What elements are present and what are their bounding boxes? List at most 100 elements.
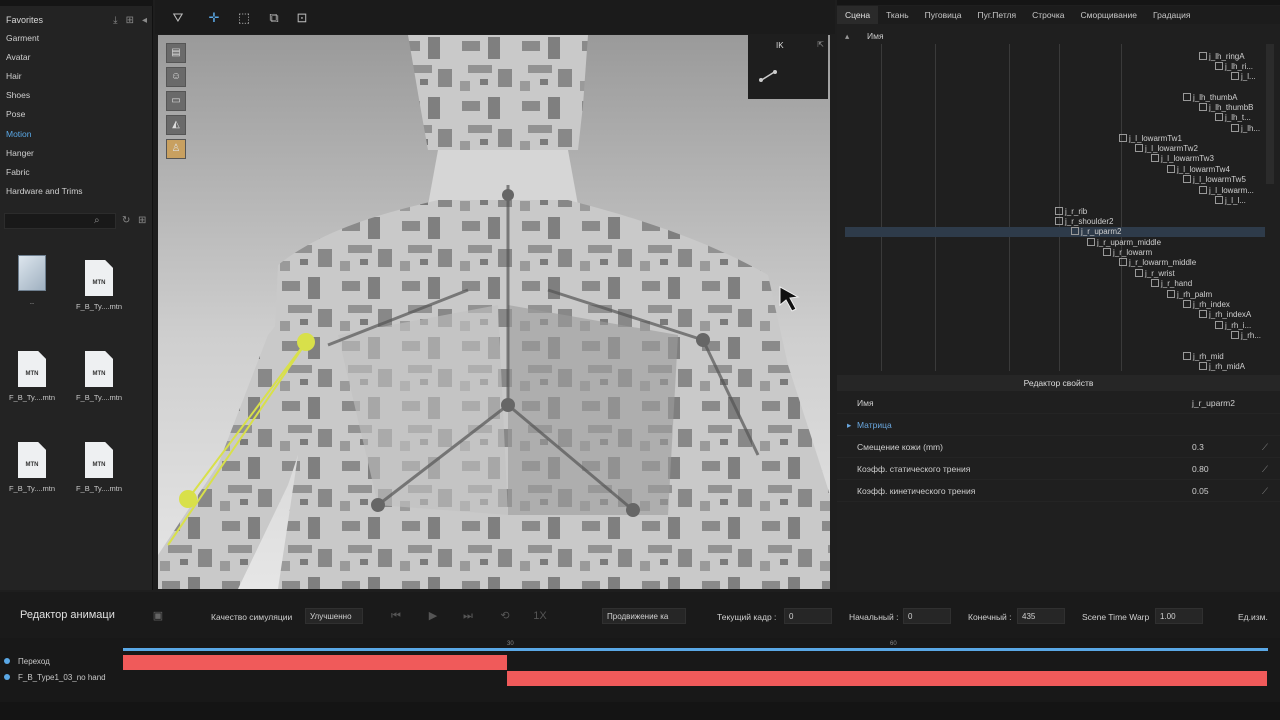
shading-icon[interactable]: ◭	[166, 115, 186, 135]
static-friction-value[interactable]: 0.80	[1192, 458, 1209, 480]
tree-node[interactable]: j_rh...	[1231, 331, 1261, 341]
tree-node[interactable]: j_rh_indexA	[1199, 310, 1251, 320]
tree-node[interactable]: j_lh_ringA	[1199, 52, 1245, 62]
library-item-avatar[interactable]: Avatar	[6, 49, 30, 65]
tree-node[interactable]: j_lh_thumbB	[1199, 103, 1253, 113]
tree-node[interactable]: j_l_lowarmTw5	[1183, 175, 1246, 185]
library-item-hair[interactable]: Hair	[6, 68, 22, 84]
texture-display-icon[interactable]: ▭	[166, 91, 186, 111]
tree-node[interactable]: j_l_lowarmTw3	[1151, 154, 1214, 164]
track-label-motion[interactable]: F_B_Type1_03_no hand	[4, 673, 106, 682]
library-item-pose[interactable]: Pose	[6, 106, 25, 122]
expand-arrow-icon[interactable]: ▸	[847, 414, 851, 436]
edit-pin-icon[interactable]: ⟋	[1262, 458, 1268, 480]
tree-node[interactable]: j_rh_i...	[1215, 321, 1251, 331]
tree-scrollbar[interactable]	[1266, 44, 1274, 184]
current-frame-input[interactable]: 0	[784, 608, 832, 624]
move-tool-icon[interactable]: ✛	[205, 9, 223, 27]
sim-quality-select[interactable]: Улучшенно	[305, 608, 363, 624]
avatar-skin-icon[interactable]: ♙	[166, 139, 186, 159]
motion-clip[interactable]	[507, 671, 1267, 686]
tree-node[interactable]: j_r_lowarm	[1103, 248, 1152, 258]
timeline-ruler[interactable]: 30 60	[123, 641, 1268, 651]
end-frame-input[interactable]: 435	[1017, 608, 1065, 624]
tree-node[interactable]: j_rh_mid	[1183, 352, 1224, 362]
tree-node[interactable]: j_r_shoulder2	[1055, 217, 1113, 227]
select-box-icon[interactable]: ⬚	[235, 9, 253, 27]
download-icon[interactable]: ⤓	[113, 15, 117, 26]
file-tile[interactable]: MTN F_B_Ty....mtn	[2, 442, 62, 493]
edit-pin-icon[interactable]: ⟋	[1262, 480, 1268, 502]
ik-chain-icon[interactable]	[758, 69, 778, 83]
tab-buttonhole[interactable]: Пуг.Петля	[970, 6, 1025, 24]
scene-tree[interactable]: j_lh_ringA j_lh_ri... j_l... j_lh_thumbA…	[837, 44, 1265, 371]
sort-arrow-icon[interactable]: ▴	[845, 28, 849, 44]
view-mode-icon[interactable]: ▤	[166, 43, 186, 63]
play-icon[interactable]: ▶	[423, 606, 443, 626]
file-tile[interactable]: MTN F_B_Ty....mtn	[69, 442, 129, 493]
avatar-display-icon[interactable]: ☺	[166, 67, 186, 87]
file-tile-folder[interactable]: ..	[2, 255, 62, 306]
tree-node[interactable]: j_lh_ri...	[1215, 62, 1253, 72]
tree-node[interactable]: j_rh_midA	[1199, 362, 1245, 371]
favorites-label[interactable]: Favorites	[6, 15, 43, 25]
skin-offset-value[interactable]: 0.3	[1192, 436, 1204, 458]
transition-clip[interactable]	[123, 655, 507, 670]
tree-node[interactable]: j_r_uparm_middle	[1087, 238, 1161, 248]
skip-forward-icon[interactable]: ⏭	[458, 606, 478, 626]
3d-viewport[interactable]: ▤ ☺ ▭ ◭ ♙ IK ⇱	[158, 35, 830, 589]
back-icon[interactable]: ◂	[142, 15, 147, 26]
tree-node-selected[interactable]: j_r_uparm2	[1071, 227, 1121, 237]
tree-node[interactable]: j_r_rib	[1055, 207, 1087, 217]
library-item-hardware[interactable]: Hardware and Trims	[6, 183, 83, 199]
camera-tool-icon[interactable]: ⊡	[293, 9, 311, 27]
tree-node[interactable]: j_l_lowarm...	[1199, 186, 1254, 196]
tree-node[interactable]: j_l_l...	[1215, 196, 1246, 206]
search-icon[interactable]: ⌕	[94, 215, 100, 226]
skip-back-icon[interactable]: ⏮	[386, 606, 406, 626]
tree-node[interactable]: j_r_hand	[1151, 279, 1192, 289]
tree-node[interactable]: j_l...	[1231, 72, 1256, 82]
library-item-motion[interactable]: Motion	[6, 126, 32, 142]
time-warp-input[interactable]: 1.00	[1155, 608, 1203, 624]
tree-node[interactable]: j_rh_index	[1183, 300, 1230, 310]
tree-node[interactable]: j_l_lowarmTw2	[1135, 144, 1198, 154]
tab-shirring[interactable]: Сморщивание	[1073, 6, 1146, 24]
tree-node[interactable]: j_l_lowarmTw1	[1119, 134, 1182, 144]
tree-node[interactable]: j_r_lowarm_middle	[1119, 258, 1196, 268]
file-tile[interactable]: MTN F_B_Ty....mtn	[2, 351, 62, 402]
library-item-fabric[interactable]: Fabric	[6, 164, 30, 180]
tree-node[interactable]: j_r_wrist	[1135, 269, 1175, 279]
speed-icon[interactable]: 1X	[530, 606, 550, 626]
edit-pin-icon[interactable]: ⟋	[1262, 436, 1268, 458]
library-item-garment[interactable]: Garment	[6, 30, 39, 46]
file-tile[interactable]: MTN F_B_Ty....mtn	[69, 260, 129, 311]
pose-tool-icon[interactable]: ⛛	[169, 9, 187, 27]
tab-topstitch[interactable]: Строчка	[1024, 6, 1072, 24]
prop-row-matrix[interactable]: ▸ Матрица	[837, 414, 1280, 436]
library-item-hanger[interactable]: Hanger	[6, 145, 34, 161]
tab-grading[interactable]: Градация	[1145, 6, 1199, 24]
tree-node[interactable]: j_lh_thumbA	[1183, 93, 1237, 103]
tree-node[interactable]: j_l_lowarmTw4	[1167, 165, 1230, 175]
prop-name-value[interactable]: j_r_uparm2	[1192, 392, 1235, 414]
file-tile[interactable]: MTN F_B_Ty....mtn	[69, 351, 129, 402]
progress-select[interactable]: Продвижение ка	[602, 608, 686, 624]
tree-node[interactable]: j_rh_palm	[1167, 290, 1212, 300]
grid-icon[interactable]: ⊞	[126, 15, 134, 26]
record-camera-icon[interactable]: ▣	[148, 606, 168, 626]
list-view-icon[interactable]: ⊞	[138, 215, 146, 226]
track-label-transition[interactable]: Переход	[4, 657, 50, 666]
loop-icon[interactable]: ⟲	[495, 606, 515, 626]
tree-node[interactable]: j_lh_t...	[1215, 113, 1251, 123]
tab-scene[interactable]: Сцена	[837, 6, 879, 24]
tree-node[interactable]: j_lh...	[1231, 124, 1260, 134]
pin-icon[interactable]: ⇱	[817, 40, 824, 49]
transform-box-icon[interactable]: ⧉	[265, 9, 283, 27]
refresh-icon[interactable]: ↻	[122, 215, 130, 226]
kinetic-friction-value[interactable]: 0.05	[1192, 480, 1209, 502]
tab-button[interactable]: Пуговица	[917, 6, 970, 24]
tab-fabric[interactable]: Ткань	[878, 6, 917, 24]
start-frame-input[interactable]: 0	[903, 608, 951, 624]
library-item-shoes[interactable]: Shoes	[6, 87, 30, 103]
